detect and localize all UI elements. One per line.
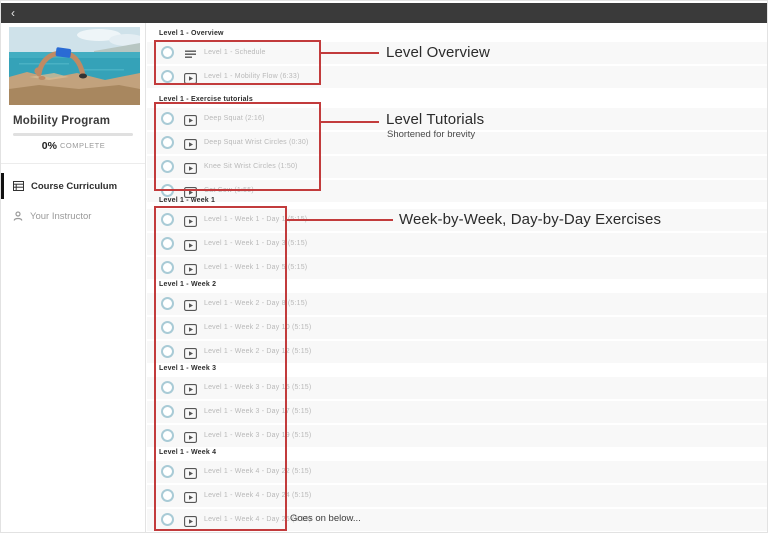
annotation-label-tutorials: Level Tutorials — [386, 111, 484, 128]
lecture-title: Knee Sit Wrist Circles (1:50) — [204, 163, 298, 170]
video-icon — [184, 432, 197, 443]
lecture-title: Level 1 - Schedule — [204, 49, 266, 56]
lecture-row[interactable]: Cat Cow (1:55) — [147, 180, 767, 202]
annotation-label-overview: Level Overview — [386, 44, 490, 61]
video-icon — [184, 73, 197, 84]
progress-bar — [13, 133, 133, 136]
section-header: Level 1 - week 1 — [159, 197, 215, 204]
video-icon — [184, 384, 197, 395]
completion-circle[interactable] — [161, 345, 174, 358]
lecture-title: Level 1 - Week 1 - Day 1 (5:15) — [204, 216, 307, 223]
section-header: Level 1 - Overview — [159, 30, 224, 37]
completion-circle[interactable] — [161, 46, 174, 59]
completion-circle[interactable] — [161, 429, 174, 442]
video-icon — [184, 216, 197, 227]
completion-circle[interactable] — [161, 112, 174, 125]
lecture-title: Deep Squat Wrist Circles (0:30) — [204, 139, 309, 146]
lecture-title: Level 1 - Week 1 - Day 3 (5:15) — [204, 240, 307, 247]
section-header: Level 1 - Week 2 — [159, 281, 216, 288]
section-header: Level 1 - Week 3 — [159, 365, 216, 372]
lecture-title: Level 1 - Week 2 - Day 10 (5:15) — [204, 324, 311, 331]
completion-circle[interactable] — [161, 213, 174, 226]
video-icon — [184, 468, 197, 479]
completion-circle[interactable] — [161, 465, 174, 478]
completion-circle[interactable] — [161, 513, 174, 526]
lecture-title: Level 1 - Week 2 - Day 12 (5:15) — [204, 348, 311, 355]
lecture-row[interactable]: Level 1 - Week 2 - Day 8 (5:15) — [147, 293, 767, 315]
lecture-row[interactable]: Level 1 - Week 3 - Day 17 (5:15) — [147, 401, 767, 423]
sidebar-item-your-instructor[interactable]: Your Instructor — [1, 203, 145, 229]
completion-circle[interactable] — [161, 237, 174, 250]
video-icon — [184, 516, 197, 527]
lecture-row[interactable]: Knee Sit Wrist Circles (1:50) — [147, 156, 767, 178]
lecture-row[interactable]: Level 1 - Mobility Flow (6:33) — [147, 66, 767, 88]
lecture-row[interactable]: Level 1 - Week 2 - Day 10 (5:15) — [147, 317, 767, 339]
course-thumbnail-image — [9, 27, 140, 105]
sidebar-item-label: Course Curriculum — [31, 181, 117, 192]
completion-circle[interactable] — [161, 136, 174, 149]
completion-circle[interactable] — [161, 489, 174, 502]
instructor-icon — [13, 211, 23, 221]
video-icon — [184, 163, 197, 174]
lecture-title: Level 1 - Week 3 - Day 17 (5:15) — [204, 408, 311, 415]
course-title: Mobility Program — [13, 115, 110, 127]
lecture-title: Level 1 - Mobility Flow (6:33) — [204, 73, 299, 80]
back-chevron-icon[interactable]: ‹ — [11, 6, 15, 20]
video-icon — [184, 139, 197, 150]
completion-circle[interactable] — [161, 381, 174, 394]
video-icon — [184, 115, 197, 126]
video-icon — [184, 264, 197, 275]
lecture-title: Level 1 - Week 2 - Day 8 (5:15) — [204, 300, 307, 307]
completion-circle[interactable] — [161, 297, 174, 310]
curriculum-list: Level 1 - Overview Level 1 - Schedule Leve… — [147, 23, 767, 532]
bridge-pose-photo-illustration — [9, 27, 140, 105]
sidebar-divider — [1, 163, 145, 164]
lecture-title: Level 1 - Week 3 - Day 19 (5:15) — [204, 432, 311, 439]
lecture-row[interactable]: Level 1 - Week 2 - Day 12 (5:15) — [147, 341, 767, 363]
progress-status: 0%COMPLETE — [1, 140, 146, 152]
course-sidebar: Mobility Program 0%COMPLETE Course Curri… — [1, 23, 146, 532]
lecture-title: Deep Squat (2:16) — [204, 115, 265, 122]
completion-circle[interactable] — [161, 261, 174, 274]
lecture-row[interactable]: Level 1 - Week 3 - Day 19 (5:15) — [147, 425, 767, 447]
lecture-row[interactable]: Level 1 - Week 4 - Day 24 (5:15) — [147, 485, 767, 507]
lecture-title: Level 1 - Week 4 - Day 24 (5:15) — [204, 492, 311, 499]
video-icon — [184, 348, 197, 359]
progress-label: COMPLETE — [60, 141, 105, 150]
document-icon — [184, 49, 197, 60]
completion-circle[interactable] — [161, 184, 174, 197]
completion-circle[interactable] — [161, 405, 174, 418]
section-header: Level 1 - Exercise tutorials — [159, 96, 253, 103]
video-icon — [184, 324, 197, 335]
lecture-row[interactable]: Level 1 - Week 3 - Day 15 (5:15) — [147, 377, 767, 399]
progress-percent: 0% — [42, 140, 57, 152]
lecture-title: Level 1 - Week 3 - Day 15 (5:15) — [204, 384, 311, 391]
continuation-note: Goes on below... — [290, 513, 361, 524]
completion-circle[interactable] — [161, 70, 174, 83]
curriculum-icon — [13, 181, 24, 191]
sidebar-item-label: Your Instructor — [30, 211, 91, 222]
curriculum-page: ‹ Mobility Program — [0, 0, 768, 533]
video-icon — [184, 240, 197, 251]
lecture-row[interactable]: Level 1 - Week 4 - Day 22 (5:15) — [147, 461, 767, 483]
section-header: Level 1 - Week 4 — [159, 449, 216, 456]
lecture-row[interactable]: Level 1 - Week 4 - Day 26 (5:15) — [147, 509, 767, 531]
lecture-title: Level 1 - Week 4 - Day 22 (5:15) — [204, 468, 311, 475]
video-icon — [184, 300, 197, 311]
completion-circle[interactable] — [161, 321, 174, 334]
lecture-row[interactable]: Level 1 - Week 1 - Day 3 (5:15) — [147, 233, 767, 255]
lecture-title: Level 1 - Week 1 - Day 5 (5:15) — [204, 264, 307, 271]
annotation-label-weeks: Week-by-Week, Day-by-Day Exercises — [399, 211, 661, 228]
top-navigation-bar: ‹ — [1, 3, 767, 23]
video-icon — [184, 408, 197, 419]
completion-circle[interactable] — [161, 160, 174, 173]
annotation-sublabel-tutorials: Shortened for brevity — [387, 129, 475, 140]
video-icon — [184, 492, 197, 503]
sidebar-item-course-curriculum[interactable]: Course Curriculum — [1, 173, 145, 199]
lecture-title: Cat Cow (1:55) — [204, 187, 254, 194]
lecture-row[interactable]: Level 1 - Week 1 - Day 5 (5:15) — [147, 257, 767, 279]
